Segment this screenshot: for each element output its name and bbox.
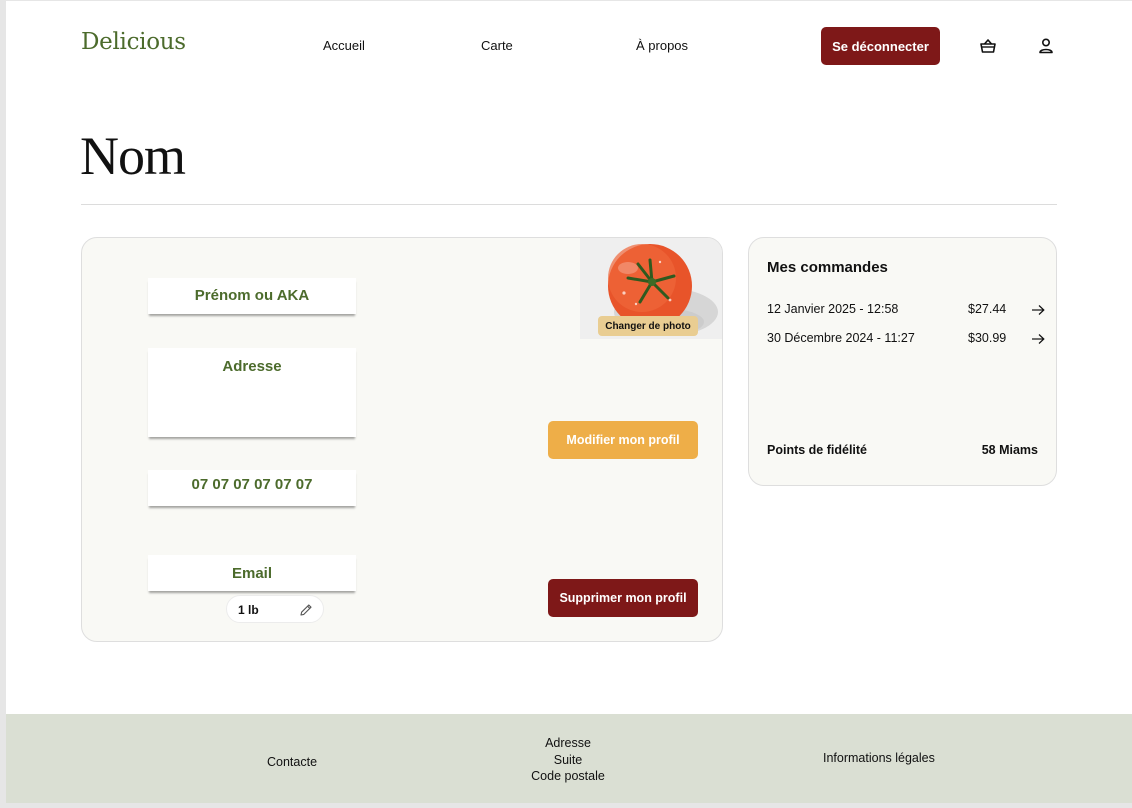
- footer-address-line: Suite: [553, 752, 583, 767]
- footer-legal[interactable]: Informations légales: [823, 751, 935, 765]
- orders-title: Mes commandes: [767, 259, 888, 276]
- footer-address-line: Adresse: [545, 736, 591, 750]
- page-title: Nom: [80, 126, 186, 186]
- delete-profile-button[interactable]: Supprimer mon profil: [548, 579, 698, 617]
- quantity-value: 1 lb: [238, 603, 259, 617]
- logo[interactable]: Delicious: [81, 29, 186, 55]
- nav-a-propos[interactable]: À propos: [636, 38, 688, 53]
- footer-address: Adresse Suite Code postale: [518, 735, 618, 785]
- order-row[interactable]: 30 Décembre 2024 - 11:27 $30.99: [767, 331, 1047, 351]
- loyalty-label: Points de fidélité: [767, 443, 868, 457]
- pencil-icon[interactable]: [299, 603, 313, 617]
- user-icon[interactable]: [1036, 36, 1056, 56]
- footer-address-line: Code postale: [531, 769, 605, 783]
- order-date: 12 Janvier 2025 - 12:58: [767, 302, 899, 316]
- edit-profile-button[interactable]: Modifier mon profil: [548, 421, 698, 459]
- order-price: $27.44: [968, 302, 1007, 316]
- profile-card: Prénom ou AKA Adresse 07 07 07 07 07 07 …: [81, 237, 723, 642]
- change-photo-button[interactable]: Changer de photo: [598, 316, 698, 336]
- name-field[interactable]: Prénom ou AKA: [148, 278, 356, 314]
- profile-photo[interactable]: Changer de photo: [580, 238, 722, 339]
- footer: Contacte Adresse Suite Code postale Info…: [6, 714, 1132, 803]
- order-date: 30 Décembre 2024 - 11:27: [767, 331, 915, 345]
- order-row[interactable]: 12 Janvier 2025 - 12:58 $27.44: [767, 302, 1047, 322]
- page: Delicious Accueil Carte À propos Se déco…: [6, 1, 1132, 803]
- basket-icon[interactable]: [978, 36, 998, 56]
- nav-accueil[interactable]: Accueil: [323, 38, 365, 53]
- order-price: $30.99: [968, 331, 1007, 345]
- logout-button[interactable]: Se déconnecter: [821, 27, 940, 65]
- address-field[interactable]: Adresse: [148, 348, 356, 437]
- nav-carte[interactable]: Carte: [481, 38, 513, 53]
- footer-contact[interactable]: Contacte: [267, 755, 317, 769]
- email-field[interactable]: Email: [148, 555, 356, 591]
- orders-card: Mes commandes 12 Janvier 2025 - 12:58 $2…: [748, 237, 1057, 486]
- quantity-pill[interactable]: 1 lb: [226, 595, 324, 623]
- title-divider: [81, 204, 1057, 205]
- arrow-right-icon[interactable]: [1031, 304, 1045, 316]
- arrow-right-icon[interactable]: [1031, 333, 1045, 345]
- loyalty-value: 58 Miams: [981, 443, 1038, 457]
- phone-field[interactable]: 07 07 07 07 07 07: [148, 470, 356, 506]
